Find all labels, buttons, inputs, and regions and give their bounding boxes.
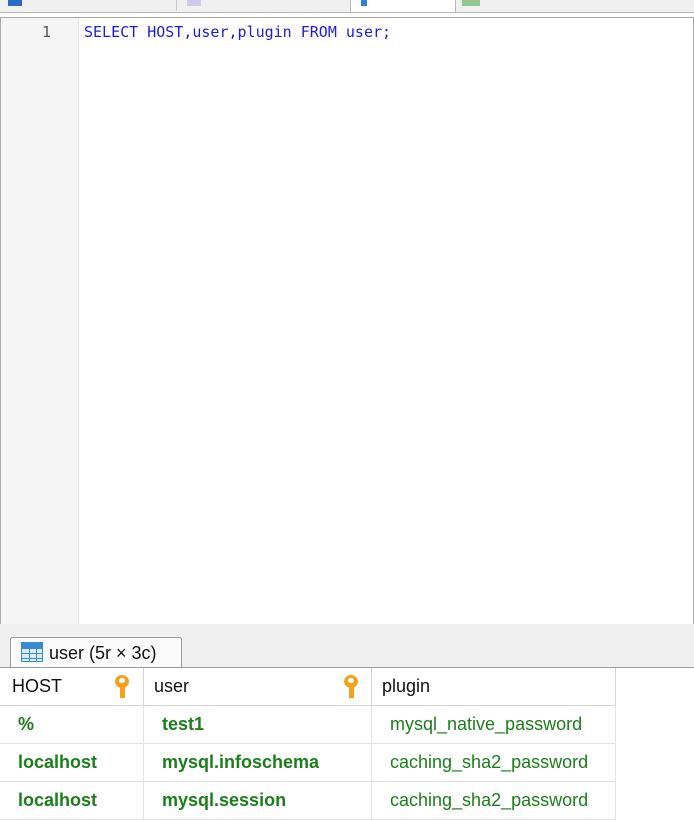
query-tab-4[interactable] [462,0,502,11]
cell-plugin[interactable]: mysql_native_password [372,706,616,743]
query-tab-1[interactable] [8,0,168,11]
primary-key-icon [344,675,358,699]
column-header-user[interactable]: user [144,668,372,705]
new-query-icon [462,0,480,6]
table-row[interactable]: % test1 mysql_native_password [0,706,616,744]
query-tab-icon [8,0,22,6]
result-tab-bar: user (5r × 3c) [0,624,694,668]
cell-host[interactable]: localhost [0,782,144,819]
column-header-label: user [154,676,190,696]
cell-user[interactable]: mysql.infoschema [144,744,372,781]
result-tab[interactable]: user (5r × 3c) [10,637,182,667]
table-row[interactable]: localhost mysql.infoschema caching_sha2_… [0,744,616,782]
active-tab-icon [361,0,367,6]
column-header-plugin[interactable]: plugin [372,668,616,705]
result-tab-label: user (5r × 3c) [49,643,157,663]
table-row[interactable]: localhost mysql.session caching_sha2_pas… [0,782,616,820]
column-header-label: plugin [382,676,431,696]
result-grid: HOST user plugin % test1 mysql_native_pa… [0,668,694,820]
cell-user[interactable]: test1 [144,706,372,743]
editor-tab-strip [0,0,694,13]
cell-plugin[interactable]: caching_sha2_password [372,782,616,819]
cell-host[interactable]: localhost [0,744,144,781]
line-number: 1 [41,23,51,41]
column-header-host[interactable]: HOST [0,668,144,705]
primary-key-icon [115,675,129,699]
query-tab-2[interactable] [176,0,361,11]
sql-code-line[interactable]: SELECT HOST,user,plugin FROM user; [84,23,391,41]
column-header-label: HOST [12,676,63,696]
cell-user[interactable]: mysql.session [144,782,372,819]
line-number-gutter: 1 [1,18,79,624]
database-tab-icon [187,0,201,6]
cell-plugin[interactable]: caching_sha2_password [372,744,616,781]
cell-host[interactable]: % [0,706,144,743]
query-tab-active[interactable] [350,0,456,12]
table-grid-icon [21,642,43,662]
grid-header-row: HOST user plugin [0,668,616,706]
sql-editor[interactable]: 1 SELECT HOST,user,plugin FROM user; [0,17,694,625]
